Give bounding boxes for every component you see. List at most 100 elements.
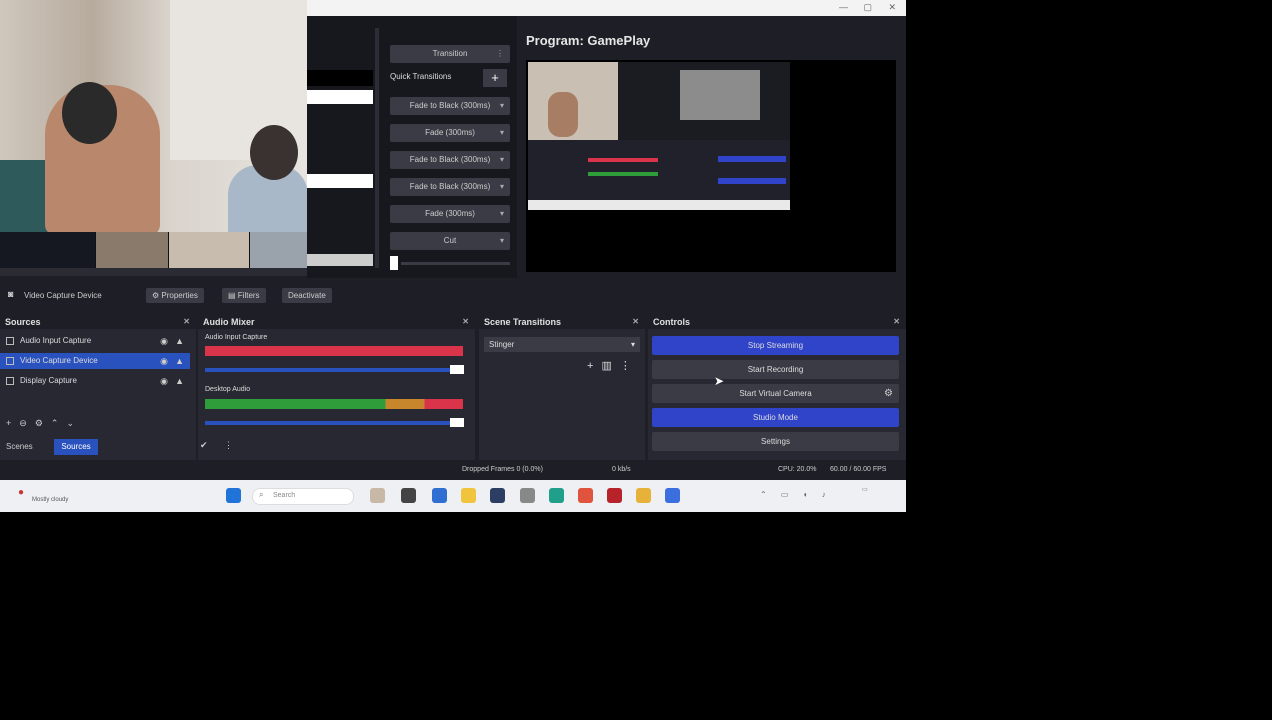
nested-button — [718, 178, 786, 184]
app-icon[interactable] — [520, 488, 535, 503]
minimize-icon[interactable]: — — [839, 2, 848, 12]
add-icon[interactable]: + — [6, 418, 19, 428]
start-recording-button[interactable]: Start Recording — [652, 360, 899, 379]
filmstrip — [0, 232, 307, 270]
windows-start-icon[interactable] — [226, 488, 241, 503]
person-head-shape — [250, 125, 298, 180]
word-icon[interactable] — [432, 488, 447, 503]
tbar-handle[interactable] — [390, 256, 398, 270]
quick-transition-item[interactable]: Fade (300ms) ▾ — [390, 205, 510, 223]
preview-strip — [307, 254, 373, 266]
eye-icon[interactable]: ◉ — [160, 333, 168, 349]
system-tray[interactable]: ⌃ ▭ ◖ ♪ — [760, 490, 832, 499]
title-bar: — ▢ ✕ — [307, 0, 906, 16]
filmstrip-thumb[interactable] — [96, 232, 168, 270]
sources-toolbar: +⊖⚙⌃⌄ — [6, 418, 82, 429]
weather-icon[interactable]: ● — [18, 487, 24, 498]
more-icon[interactable]: ⋮ — [620, 360, 639, 372]
scenes-tab[interactable]: Scenes — [6, 439, 33, 455]
source-item[interactable]: Audio Input Capture ◉ ▲ — [0, 333, 190, 349]
preview-strip — [307, 70, 373, 86]
properties-button[interactable]: ⚙ Properties — [146, 288, 204, 303]
preview-strip — [307, 174, 373, 188]
chevron-down-icon: ▾ — [499, 182, 504, 191]
dropped-frames: Dropped Frames 0 (0.0%) — [462, 466, 543, 473]
more-icon[interactable]: ⋮ — [224, 440, 233, 451]
program-label: Program: GamePlay — [526, 33, 651, 48]
store-icon[interactable] — [490, 488, 505, 503]
add-quick-transition-button[interactable]: + — [483, 69, 507, 87]
volume-slider[interactable] — [205, 368, 463, 372]
eye-icon[interactable]: ◉ — [160, 353, 168, 369]
deactivate-button[interactable]: Deactivate — [282, 288, 332, 303]
transition-button[interactable]: Transition ⋮ — [390, 45, 510, 63]
taskbar: ● Mostly cloudy ⌕ Search ⌃ ▭ ◖ ♪ ▭ — [0, 480, 906, 512]
edge-icon[interactable] — [549, 488, 564, 503]
close-icon[interactable]: ✕ — [893, 315, 900, 329]
sources-tab[interactable]: Sources — [54, 439, 98, 455]
app-icon[interactable] — [370, 488, 385, 503]
lock-icon[interactable]: ▲ — [175, 333, 184, 349]
scene-transitions-dock: Scene Transitions ✕ Stinger ▾ +▥⋮ — [479, 315, 645, 460]
chevron-down-icon: ▾ — [499, 101, 504, 110]
status-bar: Dropped Frames 0 (0.0%) 0 kb/s CPU: 20.0… — [0, 462, 906, 478]
close-icon[interactable]: ✕ — [888, 2, 896, 13]
chrome-icon[interactable] — [636, 488, 651, 503]
folder-icon[interactable] — [461, 488, 476, 503]
splitter[interactable] — [375, 28, 379, 268]
add-icon[interactable]: + — [587, 360, 601, 372]
bitrate: 0 kb/s — [612, 466, 631, 473]
quick-transition-item[interactable]: Fade to Black (300ms) ▾ — [390, 178, 510, 196]
eye-icon[interactable]: ◉ — [160, 373, 168, 389]
person-head-shape — [62, 82, 117, 144]
quick-transition-item[interactable]: Fade (300ms) ▾ — [390, 124, 510, 142]
move-up-icon[interactable]: ⌃ — [51, 418, 67, 428]
quick-transitions-label: Quick Transitions — [390, 72, 452, 81]
search-box[interactable]: ⌕ Search — [252, 488, 354, 505]
studio-mode-button[interactable]: Studio Mode — [652, 408, 899, 427]
sources-dock: Sources ✕ Audio Input Capture ◉ ▲ Video C… — [0, 315, 196, 460]
source-item[interactable]: Display Capture ◉ ▲ — [0, 373, 190, 389]
volume-slider-handle[interactable] — [450, 418, 464, 427]
app-icon[interactable] — [578, 488, 593, 503]
filters-button[interactable]: ▤ Filters — [222, 288, 266, 303]
maximize-icon[interactable]: ▢ — [863, 2, 872, 13]
filmstrip-thumb[interactable] — [250, 232, 307, 270]
audio-meter — [205, 346, 463, 356]
trash-icon[interactable]: ▥ — [601, 360, 619, 372]
close-icon[interactable]: ✕ — [632, 315, 639, 329]
close-icon[interactable]: ✕ — [462, 315, 469, 329]
remove-icon[interactable]: ⊖ — [19, 418, 35, 428]
mouse-cursor-icon: ➤ — [714, 374, 725, 388]
obs-icon[interactable] — [607, 488, 622, 503]
tbar-track[interactable] — [401, 262, 510, 265]
check-icon[interactable]: ✔ — [200, 440, 208, 451]
microphone-icon — [6, 337, 14, 345]
settings-button[interactable]: Settings — [652, 432, 899, 451]
webcam-preview — [0, 0, 307, 232]
close-icon[interactable]: ✕ — [183, 315, 190, 329]
filmstrip-thumb[interactable] — [0, 232, 95, 270]
task-view-icon[interactable] — [401, 488, 416, 503]
settings-icon[interactable]: ⚙ — [35, 418, 51, 428]
quick-transition-item[interactable]: Cut ▾ — [390, 232, 510, 250]
filmstrip-thumb[interactable] — [169, 232, 249, 270]
filmstrip-scrollbar[interactable] — [0, 268, 307, 276]
start-virtual-camera-button[interactable]: Start Virtual Camera — [652, 384, 899, 403]
quick-transition-item[interactable]: Fade to Black (300ms) ▾ — [390, 151, 510, 169]
quick-transition-item[interactable]: Fade to Black (300ms) ▾ — [390, 97, 510, 115]
source-item[interactable]: Video Capture Device ◉ ▲ — [0, 353, 190, 369]
volume-slider-handle[interactable] — [450, 365, 464, 374]
stop-streaming-button[interactable]: Stop Streaming — [652, 336, 899, 355]
scene-transitions-title: Scene Transitions ✕ — [479, 315, 645, 329]
clock[interactable]: ▭ — [862, 486, 868, 493]
volume-slider[interactable] — [205, 421, 463, 425]
transition-select[interactable]: Stinger ▾ — [484, 337, 640, 352]
move-down-icon[interactable]: ⌄ — [66, 418, 82, 428]
weather-text: Mostly cloudy — [32, 497, 69, 503]
preview-strip — [307, 90, 373, 104]
gear-icon[interactable]: ⚙ — [884, 388, 893, 399]
app-icon[interactable] — [665, 488, 680, 503]
lock-icon[interactable]: ▲ — [175, 353, 184, 369]
lock-icon[interactable]: ▲ — [175, 373, 184, 389]
